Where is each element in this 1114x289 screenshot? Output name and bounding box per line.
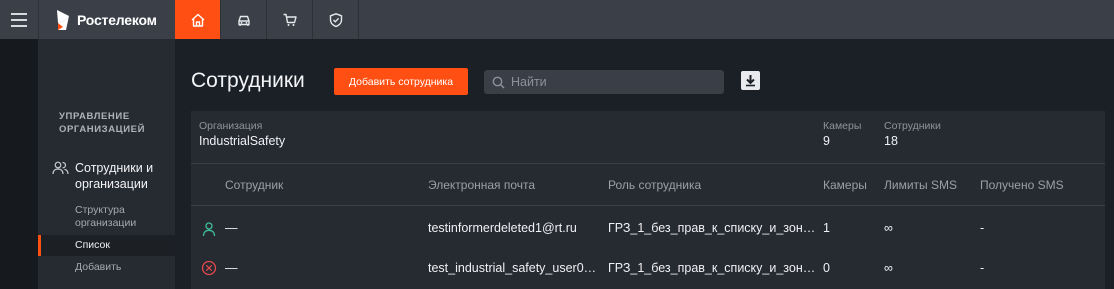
download-icon (746, 75, 755, 87)
cameras-count: 9 (823, 134, 830, 148)
tab-vehicles[interactable] (221, 0, 267, 39)
cart-icon (283, 13, 297, 26)
column-header-sms-received[interactable]: Получено SMS (980, 178, 1064, 192)
employee-email: testinformerdeleted1@rt.ru (428, 221, 577, 235)
search-input[interactable] (511, 75, 711, 89)
employee-sms-received: - (980, 221, 985, 235)
brand-logo[interactable]: Ростелеком (38, 0, 175, 39)
sidebar-subitem-structure[interactable]: Структура организации (75, 204, 136, 230)
organization-summary: Организация IndustrialSafety Камеры 9 Со… (191, 111, 1105, 164)
menu-button[interactable] (0, 0, 38, 39)
sidebar-item-employees-and-organizations[interactable]: Сотрудники и организации (52, 160, 153, 192)
header-divider (191, 205, 1105, 206)
employees-label: Сотрудники (884, 120, 941, 132)
column-header-role[interactable]: Роль сотрудника (608, 178, 701, 192)
user-active-icon (202, 222, 216, 237)
download-button[interactable] (741, 71, 760, 90)
column-header-cameras[interactable]: Камеры (823, 178, 867, 192)
search-icon (492, 76, 505, 89)
main-content: Сотрудники Добавить сотрудника Организац… (175, 39, 1114, 289)
employee-sms-limits: ∞ (884, 261, 893, 275)
column-header-employee[interactable]: Сотрудник (225, 178, 283, 192)
employee-sms-limits: ∞ (884, 221, 893, 235)
add-employee-button[interactable]: Добавить сотрудника (334, 68, 468, 95)
employee-name: — (225, 221, 238, 235)
organization-name: IndustrialSafety (199, 134, 286, 148)
employee-role: ГРЗ_1_без_прав_к_списку_и_зон… (608, 221, 816, 235)
brand-name: Ростелеком (77, 11, 157, 28)
left-strip (0, 39, 38, 289)
people-icon (52, 161, 69, 175)
employee-sms-received: - (980, 261, 985, 275)
user-blocked-icon (201, 260, 217, 276)
sidebar-item-label: Сотрудники и организации (75, 161, 154, 191)
sidebar: УПРАВЛЕНИЕ ОРГАНИЗАЦИЕЙ Сотрудники и орг… (38, 39, 175, 289)
column-header-email[interactable]: Электронная почта (428, 178, 535, 192)
tab-home[interactable] (175, 0, 221, 39)
tab-security[interactable] (313, 0, 359, 39)
sidebar-subitem-add[interactable]: Добавить (75, 261, 121, 274)
search-box[interactable] (484, 70, 724, 94)
tab-shop[interactable] (267, 0, 313, 39)
page-title: Сотрудники (191, 69, 305, 92)
organization-label: Организация (199, 120, 263, 132)
employee-name: — (225, 261, 238, 275)
top-bar: Ростелеком (0, 0, 1114, 39)
car-icon (237, 15, 250, 26)
employee-cameras: 0 (823, 261, 830, 275)
hamburger-icon (11, 11, 27, 29)
employee-cameras: 1 (823, 221, 830, 235)
sidebar-subitem-list[interactable]: Список (38, 235, 175, 256)
column-header-sms-limits[interactable]: Лимиты SMS (884, 178, 957, 192)
home-icon (191, 13, 204, 27)
shield-icon (329, 12, 342, 27)
employees-panel: Организация IndustrialSafety Камеры 9 Со… (191, 111, 1105, 289)
rostelecom-logo-icon (57, 9, 69, 30)
sidebar-section-title: УПРАВЛЕНИЕ ОРГАНИЗАЦИЕЙ (59, 111, 146, 135)
employees-count: 18 (884, 134, 898, 148)
employee-email: test_industrial_safety_user0… (428, 261, 597, 275)
employee-role: ГРЗ_1_без_прав_к_списку_и_зон… (608, 261, 816, 275)
cameras-label: Камеры (823, 120, 862, 132)
